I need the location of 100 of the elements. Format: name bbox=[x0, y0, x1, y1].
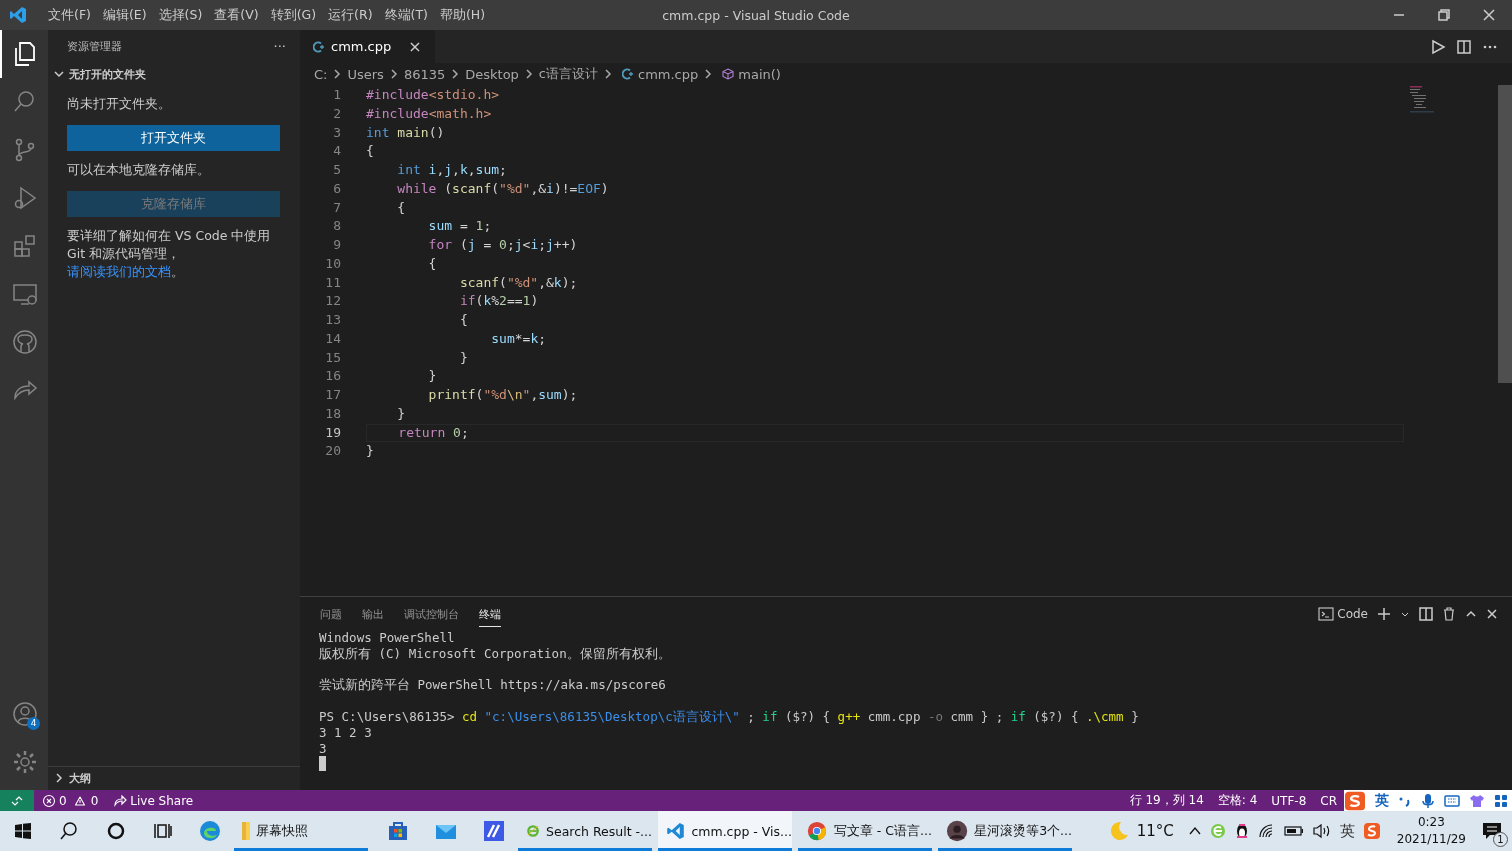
split-editor-icon[interactable] bbox=[1456, 38, 1472, 55]
live-share-icon bbox=[114, 794, 128, 807]
line-number: 5 bbox=[332, 161, 341, 179]
settings-icon[interactable] bbox=[11, 748, 39, 776]
code-line: for (j = 0;j<i;j++) bbox=[427, 237, 578, 252]
breadcrumb-item[interactable]: Users bbox=[347, 66, 384, 82]
shirt-icon[interactable] bbox=[1469, 793, 1485, 808]
line-number: 15 bbox=[324, 348, 341, 367]
chevron-icon bbox=[704, 69, 713, 79]
terminal-line: 3 1 2 3 bbox=[319, 724, 372, 740]
line-number: 3 bbox=[332, 123, 341, 142]
taskbar-button[interactable]: 星河滚烫等3个... bbox=[938, 811, 1072, 851]
breadcrumb-item[interactable]: Desktop bbox=[465, 66, 519, 82]
ime-toolbar[interactable]: 英 bbox=[1344, 790, 1512, 811]
status-item[interactable]: UTF-8 bbox=[1264, 793, 1314, 808]
ime-mode-label[interactable]: 英 bbox=[1375, 791, 1389, 810]
ime-logo-icon[interactable] bbox=[1344, 790, 1366, 811]
terminal-line: 尝试新的跨平台 PowerShell https://aka.ms/pscore6 bbox=[319, 677, 666, 693]
editor-tab[interactable]: cmm.cpp × bbox=[300, 30, 435, 63]
windows-start-icon[interactable] bbox=[14, 822, 32, 840]
breadcrumb-item[interactable]: main() bbox=[738, 66, 781, 82]
line-number: 12 bbox=[324, 292, 341, 311]
panel-tab[interactable]: 输出 bbox=[362, 600, 384, 627]
line-number: 13 bbox=[324, 311, 341, 329]
panel-tab[interactable]: 调试控制台 bbox=[404, 600, 459, 627]
split-terminal-icon[interactable] bbox=[1419, 606, 1433, 621]
task-view-icon[interactable] bbox=[153, 821, 173, 841]
close-icon[interactable] bbox=[1483, 9, 1495, 21]
battery-icon[interactable] bbox=[1283, 825, 1304, 837]
keyboard-icon[interactable] bbox=[1444, 793, 1460, 808]
breadcrumb-item[interactable]: C: bbox=[314, 66, 328, 82]
menu-item[interactable]: 终端(T) bbox=[378, 6, 434, 24]
speaker-icon[interactable] bbox=[1311, 823, 1332, 839]
plus-icon[interactable] bbox=[1377, 606, 1391, 621]
line-number: 8 bbox=[332, 217, 341, 236]
circle-icon[interactable] bbox=[106, 821, 126, 841]
weather-text[interactable]: 11°C bbox=[1136, 822, 1174, 840]
menu-item[interactable]: 帮助(H) bbox=[433, 6, 492, 24]
code-line: } bbox=[396, 405, 406, 421]
breadcrumb-item[interactable]: cmm.cpp bbox=[638, 66, 699, 82]
clock[interactable]: 0:23 2021/11/29 bbox=[1396, 814, 1466, 848]
taskbar-button[interactable]: 写文章 - C语言... bbox=[798, 811, 932, 851]
code-line: { bbox=[396, 199, 406, 215]
code-line: scanf("%d",&k); bbox=[458, 274, 578, 290]
window-title: cmm.cpp - Visual Studio Code bbox=[662, 7, 850, 23]
restore-icon[interactable] bbox=[1438, 9, 1450, 21]
status-item[interactable]: CR bbox=[1313, 793, 1344, 808]
outline-header[interactable]: 大纲 bbox=[48, 766, 300, 789]
error-count: 0 bbox=[59, 793, 67, 808]
line-number: 19 bbox=[324, 423, 341, 442]
status-item[interactable]: 行 19，列 14 bbox=[1122, 792, 1211, 809]
line-number: 9 bbox=[332, 236, 341, 254]
taskbar-button[interactable]: 屏幕快照 bbox=[234, 811, 368, 851]
taskbar-button[interactable]: Search Result -... bbox=[518, 811, 652, 851]
taskbar-button[interactable]: cmm.cpp - Vis... bbox=[658, 811, 792, 851]
code-line: printf("%d\n",sum); bbox=[427, 387, 578, 402]
code-line: { bbox=[366, 143, 374, 159]
chevron-icon bbox=[333, 69, 342, 79]
terminal-line: 版权所有 (C) Microsoft Corporation。保留所有权利。 bbox=[319, 645, 671, 661]
menu-item[interactable]: 文件(F) bbox=[42, 6, 97, 24]
open-folder-button[interactable]: 打开文件夹 bbox=[67, 125, 280, 151]
live-share-button[interactable]: Live Share bbox=[106, 793, 202, 808]
line-number: 16 bbox=[324, 367, 341, 386]
section-header[interactable]: 无打开的文件夹 bbox=[48, 63, 300, 85]
menu-item[interactable]: 转到(G) bbox=[264, 6, 323, 24]
run-icon[interactable] bbox=[1430, 38, 1446, 55]
line-number: 1 bbox=[332, 86, 341, 104]
line-number: 7 bbox=[332, 198, 341, 217]
line-number: 20 bbox=[324, 442, 341, 461]
github-icon[interactable] bbox=[11, 328, 39, 356]
sidebar-title: 资源管理器 bbox=[67, 39, 122, 54]
menu-item[interactable]: 查看(V) bbox=[208, 6, 265, 24]
trash-icon[interactable] bbox=[1442, 606, 1456, 621]
close-tab-button[interactable]: × bbox=[405, 37, 425, 56]
terminal-line: Windows PowerShell bbox=[319, 630, 455, 645]
terminal-name: Code bbox=[1337, 606, 1368, 621]
status-item[interactable]: 空格: 4 bbox=[1210, 792, 1265, 809]
clock-time: 0:23 bbox=[1417, 814, 1445, 831]
menu-item[interactable]: 选择(S) bbox=[152, 6, 209, 24]
menu-item[interactable]: 运行(R) bbox=[322, 6, 379, 24]
code-line: { bbox=[458, 312, 468, 327]
docs-link[interactable]: 请阅读我们的文档 bbox=[67, 264, 171, 279]
breadcrumb-item[interactable]: c语言设计 bbox=[538, 65, 598, 83]
input-method-text[interactable]: 英 bbox=[1339, 821, 1355, 841]
ime-logo-icon[interactable] bbox=[1362, 822, 1381, 840]
search-icon[interactable] bbox=[59, 821, 79, 841]
line-number: 18 bbox=[324, 404, 341, 423]
panel-tab[interactable]: 问题 bbox=[320, 600, 342, 627]
more-actions-button[interactable]: ··· bbox=[273, 39, 286, 54]
close-icon[interactable] bbox=[1486, 607, 1498, 620]
menu-item[interactable]: 编辑(E) bbox=[96, 6, 153, 24]
microphone-icon[interactable] bbox=[1421, 792, 1435, 809]
problems-indicator[interactable]: 0 0 bbox=[34, 793, 107, 808]
scrollbar-thumb[interactable] bbox=[1498, 85, 1512, 383]
panel-tab[interactable]: 终端 bbox=[479, 600, 501, 627]
terminal-icon bbox=[1318, 605, 1335, 622]
breadcrumb-item[interactable]: 86135 bbox=[403, 66, 446, 82]
terminal-selector[interactable]: Code bbox=[1318, 605, 1368, 622]
code-line: sum*=k; bbox=[490, 330, 547, 346]
grid-icon[interactable] bbox=[1494, 793, 1508, 808]
